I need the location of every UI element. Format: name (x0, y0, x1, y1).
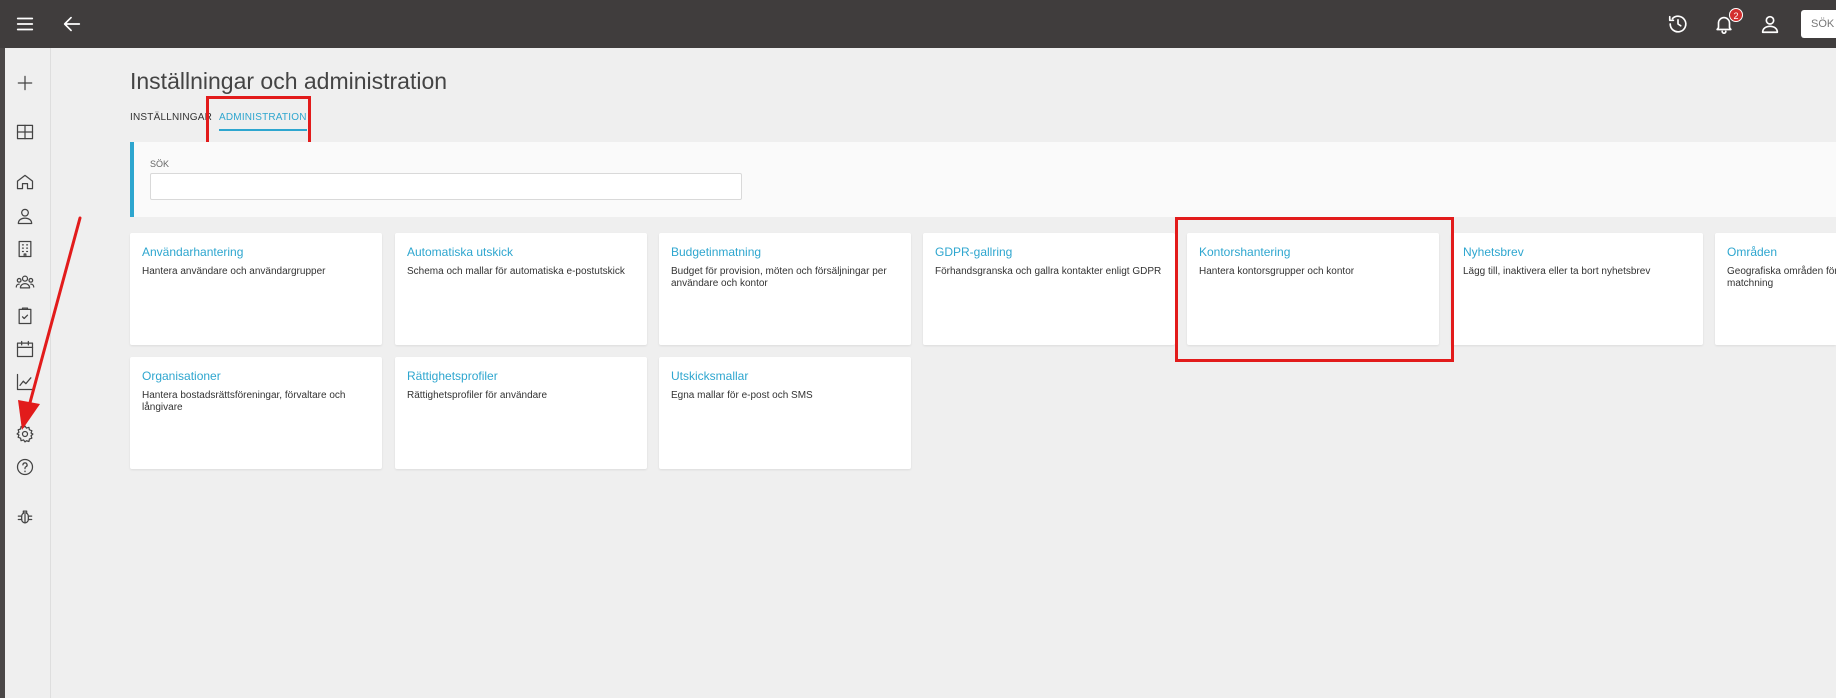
add-icon[interactable] (14, 72, 36, 94)
card-utskicksmallar[interactable]: Utskicksmallar Egna mallar för e-post oc… (659, 357, 911, 469)
back-arrow-icon[interactable] (60, 12, 84, 36)
tab-administration[interactable]: ADMINISTRATION (219, 112, 307, 131)
global-search-input[interactable]: SÖK (1801, 10, 1836, 38)
page-title: Inställningar och administration (130, 68, 448, 94)
sidebar-edge (0, 48, 5, 698)
history-icon[interactable] (1666, 12, 1690, 36)
card-title: Områden (1727, 245, 1778, 259)
card-description: Egna mallar för e-post och SMS (671, 390, 813, 401)
card-description: Budget för provision, möten och försäljn… (671, 266, 887, 289)
search-panel: SÖK (130, 142, 1836, 217)
card-title: Automatiska utskick (407, 245, 514, 259)
card-description: Hantera användare och användargrupper (142, 266, 326, 277)
contact-person-icon[interactable] (14, 205, 36, 227)
card-rattighetsprofiler[interactable]: Rättighetsprofiler Rättighetsprofiler fö… (395, 357, 647, 469)
menu-icon[interactable] (13, 12, 37, 36)
card-omraden[interactable]: Områden Geografiska områden för matchnin… (1715, 233, 1836, 345)
left-sidebar (0, 48, 51, 698)
card-description: Schema och mallar för automatiska e-post… (407, 266, 625, 277)
user-profile-icon[interactable] (1758, 12, 1782, 36)
card-gdpr-gallring[interactable]: GDPR-gallring Förhandsgranska och gallra… (923, 233, 1175, 345)
notifications-bell-icon[interactable]: 2 (1712, 8, 1743, 36)
card-description: Geografiska områden för matchning (1727, 266, 1836, 289)
card-title: Nyhetsbrev (1463, 245, 1524, 259)
card-description: Lägg till, inaktivera eller ta bort nyhe… (1463, 266, 1651, 277)
card-title: Utskicksmallar (671, 369, 749, 383)
calendar-icon[interactable] (14, 338, 36, 360)
card-title: Rättighetsprofiler (407, 369, 498, 383)
search-input[interactable] (150, 173, 742, 200)
card-kontorshantering[interactable]: Kontorshantering Hantera kontorsgrupper … (1187, 233, 1439, 345)
tasks-clipboard-icon[interactable] (14, 305, 36, 327)
search-label: SÖK (150, 159, 170, 169)
card-title: Kontorshantering (1199, 245, 1291, 259)
groups-icon[interactable] (14, 271, 36, 293)
building-icon[interactable] (14, 238, 36, 260)
card-organisationer[interactable]: Organisationer Hantera bostadsrättsfören… (130, 357, 382, 469)
card-description: Förhandsgranska och gallra kontakter enl… (935, 266, 1162, 277)
card-description: Rättighetsprofiler för användare (407, 390, 548, 401)
home-icon[interactable] (14, 171, 36, 193)
tab-settings[interactable]: INSTÄLLNINGAR (130, 112, 212, 123)
card-title: Organisationer (142, 369, 221, 383)
statistics-chart-icon[interactable] (14, 371, 36, 393)
card-title: GDPR-gallring (935, 245, 1013, 259)
bug-report-icon[interactable] (14, 506, 36, 528)
card-anvandarhantering[interactable]: Användarhantering Hantera användare och … (130, 233, 382, 345)
notification-count-badge: 2 (1729, 8, 1743, 22)
card-budgetinmatning[interactable]: Budgetinmatning Budget för provision, mö… (659, 233, 911, 345)
settings-gear-icon[interactable] (14, 423, 36, 445)
card-description: Hantera kontorsgrupper och kontor (1199, 266, 1355, 277)
card-description: Hantera bostadsrättsföreningar, förvalta… (142, 390, 346, 413)
card-automatiska-utskick[interactable]: Automatiska utskick Schema och mallar fö… (395, 233, 647, 345)
card-title: Användarhantering (142, 245, 244, 259)
help-question-icon[interactable] (14, 456, 36, 478)
card-nyhetsbrev[interactable]: Nyhetsbrev Lägg till, inaktivera eller t… (1451, 233, 1703, 345)
card-title: Budgetinmatning (671, 245, 762, 259)
dashboard-grid-icon[interactable] (14, 121, 36, 143)
top-bar: 2 SÖK (0, 0, 1836, 48)
